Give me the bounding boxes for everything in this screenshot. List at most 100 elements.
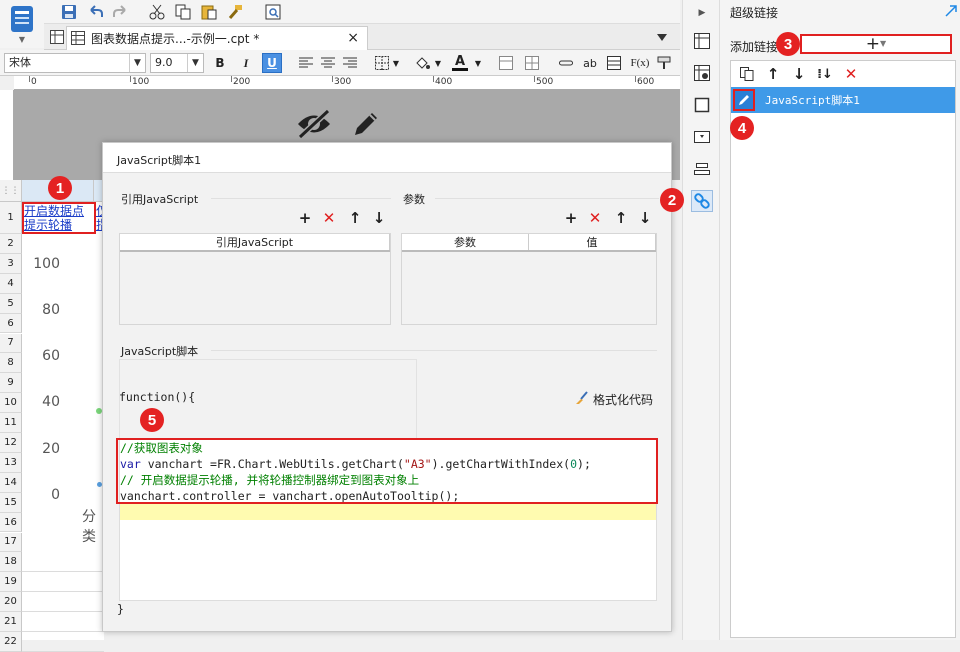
ruler-mark: 600 xyxy=(637,77,655,87)
chevron-down-icon[interactable]: ▼ xyxy=(390,53,402,73)
row-header[interactable]: 18 xyxy=(0,552,22,573)
preview-icon[interactable] xyxy=(262,2,284,22)
row-header[interactable]: 13 xyxy=(0,452,22,473)
formula-icon[interactable]: F(x) xyxy=(630,53,650,73)
format-code-button[interactable]: 格式化代码 xyxy=(575,391,653,408)
format-painter-icon[interactable] xyxy=(224,2,246,22)
move-up-icon[interactable]: ↑ xyxy=(347,209,363,227)
delete-icon[interactable]: ✕ xyxy=(587,209,603,227)
align-center-icon[interactable] xyxy=(318,53,338,73)
font-name-select[interactable]: 宋体 ▼ xyxy=(4,53,146,73)
add-icon[interactable]: + xyxy=(563,209,579,227)
script-section-title: JavaScript脚本 xyxy=(121,345,199,358)
cell-element-icon[interactable] xyxy=(691,62,713,84)
chevron-down-icon[interactable]: ▼ xyxy=(472,53,484,73)
copy-icon[interactable] xyxy=(739,66,755,82)
grid-corner: ⋮⋮ xyxy=(0,180,22,202)
y-axis-label: 80 xyxy=(42,302,60,318)
copy-icon[interactable] xyxy=(172,2,194,22)
y-axis-label: 100 xyxy=(33,256,60,272)
link-list-item[interactable]: JavaScript脚本1 xyxy=(731,87,955,113)
hide-eye-icon[interactable] xyxy=(294,104,334,144)
unmerge-cells-icon[interactable] xyxy=(522,53,542,73)
border-icon[interactable] xyxy=(372,53,392,73)
paint-icon[interactable] xyxy=(654,53,674,73)
chevron-down-icon[interactable]: ▼ xyxy=(432,53,444,73)
link-list-toolbar: ↑ ↓ ⁞↓ ✕ xyxy=(731,61,955,87)
add-link-button[interactable]: +▼ xyxy=(800,34,952,54)
chevron-down-icon: ▼ xyxy=(880,39,887,48)
row-header[interactable]: 12 xyxy=(0,433,22,453)
align-right-icon[interactable] xyxy=(340,53,360,73)
row-header[interactable]: 10 xyxy=(0,393,22,414)
link-bar-icon[interactable] xyxy=(556,53,576,73)
row-header[interactable]: 9 xyxy=(0,373,22,394)
paste-icon[interactable] xyxy=(198,2,220,22)
condition-attr-icon[interactable] xyxy=(691,158,713,180)
row-header[interactable]: 15 xyxy=(0,492,22,513)
row-header[interactable]: 2 xyxy=(0,234,22,254)
move-up-icon[interactable]: ↑ xyxy=(765,65,781,83)
edit-pencil-icon[interactable] xyxy=(346,104,386,144)
hyperlink-icon[interactable] xyxy=(691,190,713,212)
row-header[interactable]: 6 xyxy=(0,313,22,334)
tab-menu-icon[interactable] xyxy=(654,29,670,45)
annotation-badge-5: 5 xyxy=(140,408,164,432)
row-header[interactable]: 3 xyxy=(0,253,22,274)
row-header[interactable]: 16 xyxy=(0,512,22,533)
y-axis-label: 20 xyxy=(42,441,60,457)
broom-icon xyxy=(575,391,589,408)
move-down-icon[interactable]: ↓ xyxy=(791,65,807,83)
row-header[interactable]: 4 xyxy=(0,273,22,294)
sort-icon[interactable]: ⁞↓ xyxy=(817,66,833,82)
tab-close-icon[interactable]: × xyxy=(347,30,359,46)
redo-icon[interactable] xyxy=(110,2,132,22)
collapse-arrow-icon[interactable]: ▶ xyxy=(691,2,713,24)
row-header[interactable]: 8 xyxy=(0,353,22,374)
annotation-box-code xyxy=(116,438,658,504)
app-logo-icon[interactable]: ▼ xyxy=(0,0,44,48)
merge-cells-icon[interactable] xyxy=(496,53,516,73)
row-header[interactable]: 1 xyxy=(0,202,22,234)
frame-icon[interactable] xyxy=(691,94,713,116)
row-header[interactable]: 14 xyxy=(0,472,22,493)
row-header[interactable]: 22 xyxy=(0,632,22,652)
undo-icon[interactable] xyxy=(84,2,106,22)
underline-button[interactable]: U xyxy=(262,53,282,73)
chevron-down-icon: ▼ xyxy=(187,54,203,72)
text-ab-icon[interactable]: ab xyxy=(580,53,600,73)
save-icon[interactable] xyxy=(58,2,80,22)
chart-insert-icon[interactable] xyxy=(604,53,624,73)
expand-panel-icon[interactable] xyxy=(944,4,958,18)
edit-pencil-icon[interactable] xyxy=(733,89,755,111)
delete-icon[interactable]: ✕ xyxy=(843,65,859,83)
row-header[interactable]: 19 xyxy=(0,572,22,593)
cell-attr-icon[interactable] xyxy=(691,30,713,52)
font-size-select[interactable]: 9.0 ▼ xyxy=(150,53,204,73)
row-header[interactable]: 20 xyxy=(0,592,22,613)
font-color-icon[interactable]: A xyxy=(450,53,470,73)
fill-color-icon[interactable] xyxy=(412,53,432,73)
annotation-box-cell xyxy=(22,202,96,234)
tab-document[interactable]: 图表数据点提示...-示例一.cpt * × xyxy=(66,26,368,50)
move-up-icon[interactable]: ↑ xyxy=(613,209,629,227)
ref-js-table[interactable]: 引用JavaScript xyxy=(119,233,391,325)
italic-button[interactable]: I xyxy=(236,53,256,73)
sheet-grid-icon[interactable] xyxy=(48,28,66,46)
align-left-icon[interactable] xyxy=(296,53,316,73)
annotation-badge-1: 1 xyxy=(48,176,72,200)
row-header[interactable]: 11 xyxy=(0,413,22,433)
row-header[interactable]: 17 xyxy=(0,532,22,553)
bold-button[interactable]: B xyxy=(210,53,230,73)
add-icon[interactable]: + xyxy=(297,209,313,227)
move-down-icon[interactable]: ↓ xyxy=(371,209,387,227)
row-header[interactable]: 21 xyxy=(0,612,22,632)
row-header[interactable]: 5 xyxy=(0,293,22,314)
params-table[interactable]: 参数 值 xyxy=(401,233,657,325)
cut-icon[interactable] xyxy=(146,2,168,22)
widget-icon[interactable] xyxy=(691,126,713,148)
delete-icon[interactable]: ✕ xyxy=(321,209,337,227)
right-tool-strip: ▶ xyxy=(682,0,720,640)
row-header[interactable]: 7 xyxy=(0,333,22,354)
move-down-icon[interactable]: ↓ xyxy=(637,209,653,227)
